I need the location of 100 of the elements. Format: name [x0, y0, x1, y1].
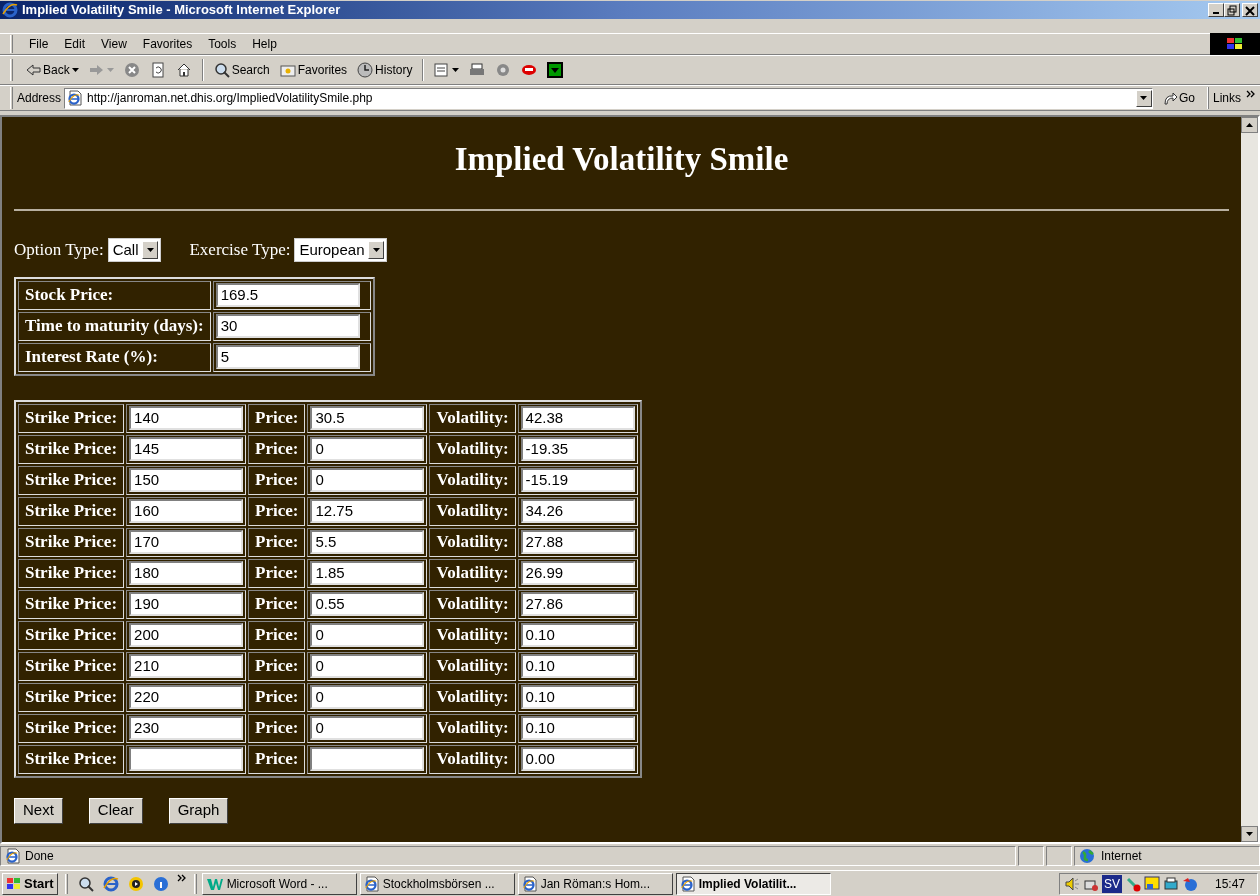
input-field[interactable]: 160 [129, 499, 244, 523]
download-button[interactable] [545, 62, 566, 78]
close-button[interactable] [1242, 3, 1258, 17]
dropdown-caret-icon [452, 68, 460, 72]
menu-item[interactable]: Tools [200, 35, 245, 53]
menu-item[interactable]: Favorites [134, 35, 201, 53]
input-field[interactable]: 0 [310, 437, 425, 461]
taskbar-button[interactable]: Microsoft Word - ... [201, 872, 357, 895]
links-button[interactable]: Links [1213, 89, 1241, 107]
menu-item[interactable]: Help [244, 35, 285, 53]
address-field[interactable]: http://janroman.net.dhis.org/ImpliedVolatilitySmile.php [64, 87, 1153, 109]
chevron-icon [1246, 89, 1256, 99]
input-field[interactable]: 0 [310, 623, 425, 647]
input-field[interactable]: 5.5 [310, 530, 425, 554]
field-label: Volatility: [436, 594, 509, 614]
input-field[interactable]: 220 [129, 685, 244, 709]
field-label: Price: [255, 408, 299, 428]
input-field[interactable]: 30.5 [310, 406, 425, 430]
input-field[interactable]: 169.5 [215, 283, 360, 307]
input-field[interactable]: -15.19 [520, 468, 635, 492]
form-button[interactable]: Next [14, 797, 63, 824]
restore-button[interactable] [1224, 3, 1240, 17]
field-label: Price: [255, 625, 299, 645]
input-field[interactable]: 210 [129, 654, 244, 678]
input-field[interactable]: 0.10 [520, 685, 635, 709]
input-field[interactable]: 180 [129, 561, 244, 585]
taskbar-button[interactable]: Stockholmsbörsen ... [359, 872, 515, 895]
favorites-button[interactable]: Favorites [277, 61, 350, 79]
input-field[interactable]: 26.99 [520, 561, 635, 585]
dropdown-select[interactable]: Call [107, 237, 162, 262]
address-label: Address [17, 90, 62, 107]
dropdown-select[interactable]: European [294, 237, 388, 262]
field-label: Price: [255, 749, 299, 769]
menu-item[interactable]: File [21, 35, 57, 53]
info-icon [152, 875, 169, 892]
input-field[interactable]: 0 [310, 685, 425, 709]
select-label: Option Type: [14, 239, 104, 261]
menu-item[interactable]: View [93, 35, 135, 53]
clock-icon [357, 62, 374, 78]
input-field[interactable]: 0.10 [520, 654, 635, 678]
field-label: Price: [255, 594, 299, 614]
input-field[interactable]: 200 [129, 623, 244, 647]
printer-icon [1162, 875, 1179, 892]
input-field[interactable]: 190 [129, 592, 244, 616]
input-field[interactable]: 150 [129, 468, 244, 492]
input-field[interactable]: 0.10 [520, 623, 635, 647]
history-button[interactable]: History [355, 61, 415, 79]
page-icon [679, 875, 696, 892]
mail-button[interactable] [432, 62, 462, 78]
input-field[interactable]: 0.10 [520, 716, 635, 740]
caret-icon [1140, 96, 1148, 100]
input-field[interactable]: 145 [129, 437, 244, 461]
field-label: Volatility: [436, 563, 509, 583]
input-field[interactable] [310, 747, 425, 771]
field-label: Price: [255, 563, 299, 583]
scrollbar[interactable] [1241, 117, 1258, 842]
form-button[interactable]: Clear [88, 797, 143, 824]
input-field[interactable]: 5 [215, 345, 360, 369]
input-field[interactable]: 0 [310, 716, 425, 740]
input-field[interactable]: 170 [129, 530, 244, 554]
field-label: Price: [255, 656, 299, 676]
input-field[interactable]: -19.35 [520, 437, 635, 461]
field-label: Volatility: [436, 532, 509, 552]
input-field[interactable]: 230 [129, 716, 244, 740]
input-field[interactable]: 30 [215, 314, 360, 338]
input-field[interactable]: 27.88 [520, 530, 635, 554]
form-button[interactable]: Graph [168, 797, 229, 824]
input-field[interactable]: 27.86 [520, 592, 635, 616]
input-field[interactable]: 0.00 [520, 747, 635, 771]
input-field[interactable]: 0.55 [310, 592, 425, 616]
taskbar-button[interactable]: Jan Röman:s Hom... [517, 872, 673, 895]
input-field[interactable]: 0 [310, 468, 425, 492]
menu-item[interactable]: Edit [56, 35, 94, 53]
field-label: Time to maturity (days): [25, 316, 204, 336]
dropdown-button[interactable] [1135, 89, 1152, 107]
field-label: Interest Rate (%): [25, 347, 158, 367]
field-label: Price: [255, 687, 299, 707]
field-label: Volatility: [436, 439, 509, 459]
document-icon [434, 62, 451, 78]
input-field[interactable]: 12.75 [310, 499, 425, 523]
input-field[interactable]: 1.85 [310, 561, 425, 585]
taskbar-button[interactable]: Implied Volatilit... [675, 872, 831, 895]
language-indicator[interactable]: SV [1101, 874, 1122, 893]
search-button[interactable]: Search [211, 61, 272, 79]
field-label: Price: [255, 439, 299, 459]
field-label: Strike Price: [25, 625, 118, 645]
back-button[interactable]: Back [23, 61, 81, 79]
field-label: Volatility: [436, 687, 509, 707]
input-field[interactable] [129, 747, 244, 771]
globe-icon [1079, 848, 1095, 864]
start-button[interactable]: Start [2, 872, 58, 895]
field-label: Price: [255, 718, 299, 738]
input-field[interactable]: 0 [310, 654, 425, 678]
chevron-icon [176, 873, 187, 883]
input-field[interactable]: 34.26 [520, 499, 635, 523]
go-button[interactable]: Go [1152, 89, 1205, 107]
oval-badge-icon [521, 62, 538, 78]
input-field[interactable]: 140 [129, 406, 244, 430]
input-field[interactable]: 42.38 [520, 406, 635, 430]
minimize-button[interactable] [1208, 3, 1224, 17]
